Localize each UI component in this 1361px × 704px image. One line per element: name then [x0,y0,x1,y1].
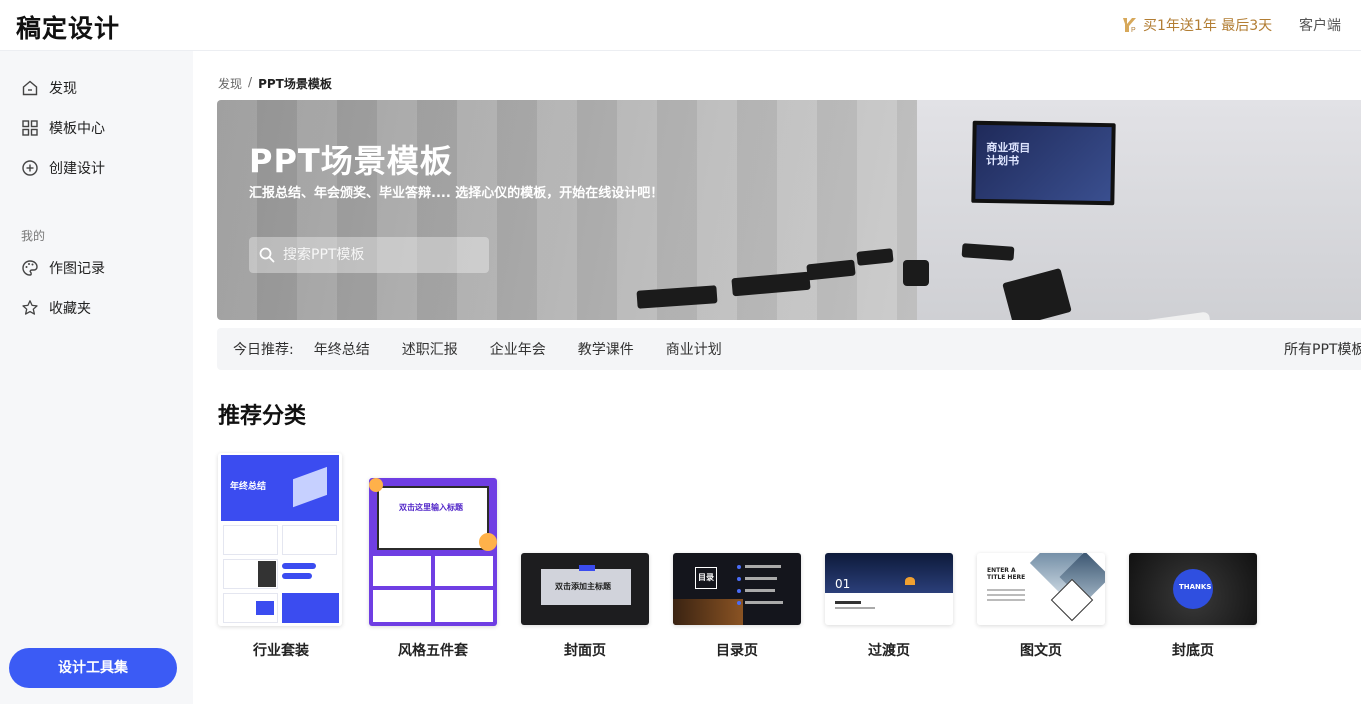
breadcrumb-separator: / [248,75,253,89]
sidebar-item-label: 模板中心 [49,121,105,137]
banner-glass-image [217,100,917,320]
category-label: 封面页 [564,643,606,659]
thumb-text: 双击这里输入标题 [399,503,463,512]
recommend-tag[interactable]: 教学课件 [578,339,634,359]
recommend-tag[interactable]: 企业年会 [490,339,546,359]
sidebar-item-create[interactable]: 创建设计 [21,158,105,178]
section-title: 推荐分类 [218,404,307,429]
category-label: 过渡页 [868,643,910,659]
grid-icon [22,120,38,136]
category-label: 行业套装 [253,643,309,659]
category-thumbnail: ENTER A TITLE HERE [977,553,1105,625]
banner-phone-image [903,260,929,286]
recommend-tag[interactable]: 述职汇报 [402,339,458,359]
category-thumbnail: THANKS [1129,553,1257,625]
category-label: 图文页 [1020,643,1062,659]
sidebar-item-templates[interactable]: 模板中心 [21,118,105,138]
thumb-text: ENTER A TITLE HERE [987,567,1026,581]
promo-text: 买1年送1年 最后3天 [1143,18,1273,34]
hero-banner: 商业项目 计划书 PPT场景模板 汇报总结、年会颁奖、毕业答辩.... 选择心仪… [217,100,1361,320]
design-tools-button[interactable]: 设计工具集 [9,648,177,688]
vip-promo-link[interactable]: P 买1年送1年 最后3天 [1121,15,1272,35]
sidebar-item-discover[interactable]: 发现 [21,78,77,98]
sidebar-item-label: 发现 [49,81,77,97]
recommend-tag[interactable]: 年终总结 [314,339,370,359]
sidebar-item-label: 收藏夹 [49,301,91,317]
breadcrumb: 发现 / PPT场景模板 [218,75,332,92]
search-input[interactable] [283,247,473,263]
tv-text-2: 计划书 [985,153,1020,168]
search-icon [259,247,275,263]
template-search-box[interactable] [249,237,489,273]
plus-circle-icon [22,160,38,176]
thumb-text: 年终总结 [230,482,267,492]
sidebar-item-label: 创建设计 [49,161,105,177]
home-icon [22,80,38,96]
all-ppt-templates-link[interactable]: 所有PPT模板 [1284,339,1361,359]
app-logo[interactable]: 稿定设计 [16,9,120,45]
category-thumbnail: 年终总结 [218,453,342,626]
svg-text:P: P [1131,27,1136,34]
sidebar: 发现 模板中心 创建设计 我的 作图记录 收藏夹 设计工具集 [0,51,193,704]
sidebar-item-history[interactable]: 作图记录 [21,258,105,278]
category-thumbnail: 双击添加主标题 [521,553,649,625]
recommend-tag[interactable]: 商业计划 [666,339,722,359]
banner-subtitle: 汇报总结、年会颁奖、毕业答辩.... 选择心仪的模板，开始在线设计吧！ [249,186,664,201]
category-label: 风格五件套 [398,643,468,659]
sidebar-section-mine: 我的 [21,229,46,243]
breadcrumb-root[interactable]: 发现 [218,75,242,92]
vip-kp-icon: P [1123,18,1136,34]
breadcrumb-current: PPT场景模板 [258,77,332,91]
top-bar: 稿定设计 P 买1年送1年 最后3天 客户端 [0,0,1361,51]
thumb-text: 双击添加主标题 [555,582,611,591]
today-recommend-bar: 今日推荐: 年终总结 述职汇报 企业年会 教学课件 商业计划 所有PPT模板 [217,328,1361,370]
category-thumbnail: 双击这里输入标题 [369,478,497,626]
palette-icon [22,260,38,276]
thumb-text: 目录 [698,573,714,582]
thumb-text: THANKS [1179,583,1212,591]
client-download-link[interactable]: 客户端 [1299,15,1341,35]
sidebar-item-label: 作图记录 [49,261,105,277]
star-icon [22,300,38,315]
banner-tv-image: 商业项目 计划书 [971,120,1116,206]
thumb-text: 01 [835,577,851,591]
banner-title: PPT场景模板 [249,142,453,180]
category-label: 目录页 [716,643,758,659]
category-thumbnail: 目录 [673,553,801,625]
recommend-label: 今日推荐: [233,342,294,358]
category-thumbnail: 01 [825,553,953,625]
category-label: 封底页 [1172,643,1214,659]
sidebar-item-favorites[interactable]: 收藏夹 [21,298,91,318]
